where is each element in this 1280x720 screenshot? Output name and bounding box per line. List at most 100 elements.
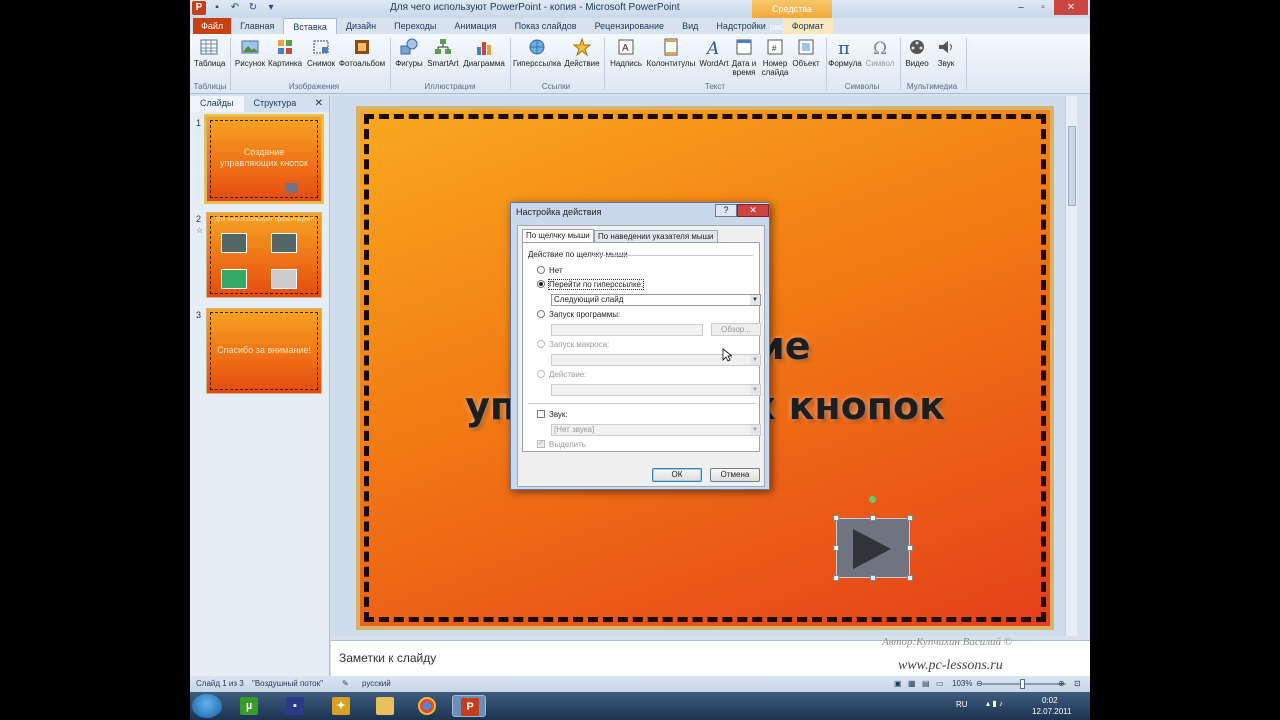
language-indicator[interactable]: русский: [362, 679, 391, 688]
cancel-button[interactable]: Отмена: [710, 468, 760, 482]
symbol-button[interactable]: Ω Символ: [864, 37, 896, 68]
save-icon[interactable]: ▪: [210, 1, 224, 15]
resize-handle[interactable]: [907, 545, 913, 551]
close-icon[interactable]: ✕: [1054, 0, 1088, 15]
hyperlink-select[interactable]: Следующий слайд ▼: [551, 294, 761, 306]
reading-view-icon[interactable]: ▤: [922, 679, 930, 688]
chart-button[interactable]: Диаграмма: [462, 37, 506, 68]
tab-insert[interactable]: Вставка: [283, 18, 337, 34]
radio-hyperlink[interactable]: [537, 280, 545, 288]
tab-file[interactable]: Файл: [193, 18, 232, 34]
program-path-input[interactable]: [551, 324, 703, 336]
chevron-down-icon[interactable]: ▼: [750, 295, 760, 305]
slide-thumbnail[interactable]: Для чего используют презентации?: [206, 212, 322, 298]
resize-handle[interactable]: [907, 515, 913, 521]
radio-none-label[interactable]: Нет: [549, 266, 563, 275]
ok-button[interactable]: ОК: [652, 468, 702, 482]
resize-handle[interactable]: [870, 515, 876, 521]
slide-thumbnail[interactable]: Спасибо за внимание!: [206, 308, 322, 394]
taskbar-floppy[interactable]: ▪: [278, 695, 312, 717]
audio-button[interactable]: Звук: [932, 37, 960, 68]
tray-icons[interactable]: ▴ ▮ ♪: [986, 699, 1003, 708]
tab-addins[interactable]: Надстройки: [707, 18, 774, 34]
hyperlink-button[interactable]: Гиперссылка: [512, 37, 562, 68]
taskbar-chrome[interactable]: [410, 695, 444, 717]
resize-handle[interactable]: [833, 515, 839, 521]
shapes-button[interactable]: Фигуры: [394, 37, 424, 68]
radio-action-label[interactable]: Действие:: [549, 370, 586, 379]
radio-program-label[interactable]: Запуск программы:: [549, 310, 620, 319]
clipart-button[interactable]: Картинка: [268, 37, 302, 68]
equation-button[interactable]: π Формула: [828, 37, 862, 68]
language-tray[interactable]: RU: [956, 700, 968, 709]
help-icon[interactable]: ?: [715, 204, 737, 217]
slide-thumbnail[interactable]: Создание управляющих кнопок: [204, 114, 324, 204]
tab-view[interactable]: Вид: [673, 18, 707, 34]
tab-mouse-click[interactable]: По щелчку мыши: [522, 229, 594, 243]
sound-checkbox[interactable]: [537, 410, 545, 418]
browse-button[interactable]: Обзор...: [711, 323, 761, 336]
table-button[interactable]: Таблица: [194, 37, 225, 68]
screenshot-button[interactable]: Снимок: [306, 37, 336, 68]
tab-home[interactable]: Главная: [231, 18, 283, 34]
theme-name[interactable]: "Воздушный поток": [252, 679, 323, 688]
slidenumber-button[interactable]: # Номер слайда: [760, 37, 790, 77]
tab-design[interactable]: Дизайн: [337, 18, 385, 34]
smartart-button[interactable]: SmartArt: [426, 37, 460, 68]
resize-handle[interactable]: [907, 575, 913, 581]
powerpoint-logo-icon[interactable]: P: [192, 1, 206, 15]
tab-animations[interactable]: Анимация: [445, 18, 505, 34]
slideshow-view-icon[interactable]: ▭: [936, 679, 944, 688]
zoom-in-icon[interactable]: ⊕: [1058, 679, 1065, 688]
fit-window-icon[interactable]: ⊡: [1074, 679, 1081, 688]
radio-macro[interactable]: [537, 340, 545, 348]
resize-handle[interactable]: [833, 545, 839, 551]
tab-slideshow[interactable]: Показ слайдов: [506, 18, 586, 34]
tab-review[interactable]: Рецензирование: [586, 18, 674, 34]
tab-transitions[interactable]: Переходы: [385, 18, 445, 34]
rotation-handle[interactable]: [869, 496, 876, 503]
taskbar-utorrent[interactable]: µ: [232, 695, 266, 717]
tab-slides[interactable]: Слайды: [190, 96, 244, 112]
zoom-level[interactable]: 103%: [952, 679, 972, 688]
radio-none[interactable]: [537, 266, 545, 274]
action-button[interactable]: Действие: [564, 37, 600, 68]
scroll-thumb[interactable]: [1068, 126, 1076, 206]
clock-date[interactable]: 12.07.2011: [1032, 707, 1071, 716]
wordart-button[interactable]: A WordArt: [698, 37, 730, 68]
radio-hyperlink-label[interactable]: Перейти по гиперссылке:: [547, 279, 645, 290]
picture-button[interactable]: Рисунок: [234, 37, 266, 68]
radio-action[interactable]: [537, 370, 545, 378]
headerfooter-button[interactable]: Колонтитулы: [646, 37, 696, 68]
chevron-down-icon[interactable]: ▼: [750, 385, 760, 395]
taskbar-powerpoint[interactable]: P: [452, 695, 486, 717]
zoom-slider-knob[interactable]: [1020, 679, 1025, 689]
textbox-button[interactable]: A Надпись: [608, 37, 644, 68]
tab-outline[interactable]: Структура: [244, 96, 307, 112]
highlight-label[interactable]: Выделить: [549, 440, 586, 449]
chevron-down-icon[interactable]: ▼: [750, 425, 760, 435]
taskbar-explorer[interactable]: [368, 695, 402, 717]
chevron-down-icon[interactable]: ▼: [750, 355, 760, 365]
datetime-button[interactable]: Дата и время: [730, 37, 758, 77]
redo-icon[interactable]: ↻: [246, 1, 260, 15]
customize-qat-icon[interactable]: ▾: [264, 1, 278, 15]
normal-view-icon[interactable]: ▣: [894, 679, 902, 688]
photoalbum-button[interactable]: Фотоальбом: [338, 37, 386, 68]
minimize-icon[interactable]: –: [1010, 0, 1032, 15]
highlight-checkbox[interactable]: ✓: [537, 440, 545, 448]
resize-handle[interactable]: [833, 575, 839, 581]
radio-program[interactable]: [537, 310, 545, 318]
start-button[interactable]: [192, 694, 222, 718]
radio-macro-label[interactable]: Запуск макроса:: [549, 340, 609, 349]
spellcheck-icon[interactable]: ✎: [342, 679, 349, 688]
object-button[interactable]: Объект: [790, 37, 822, 68]
sound-label[interactable]: Звук:: [549, 410, 568, 419]
action-button-shape[interactable]: [836, 518, 910, 578]
sorter-view-icon[interactable]: ▦: [908, 679, 916, 688]
notes-placeholder[interactable]: Заметки к слайду: [339, 651, 436, 665]
undo-icon[interactable]: ↶: [228, 1, 242, 15]
clock-time[interactable]: 0:02: [1042, 696, 1058, 705]
dialog-close-icon[interactable]: ✕: [737, 204, 769, 217]
taskbar-app[interactable]: ✦: [324, 695, 358, 717]
